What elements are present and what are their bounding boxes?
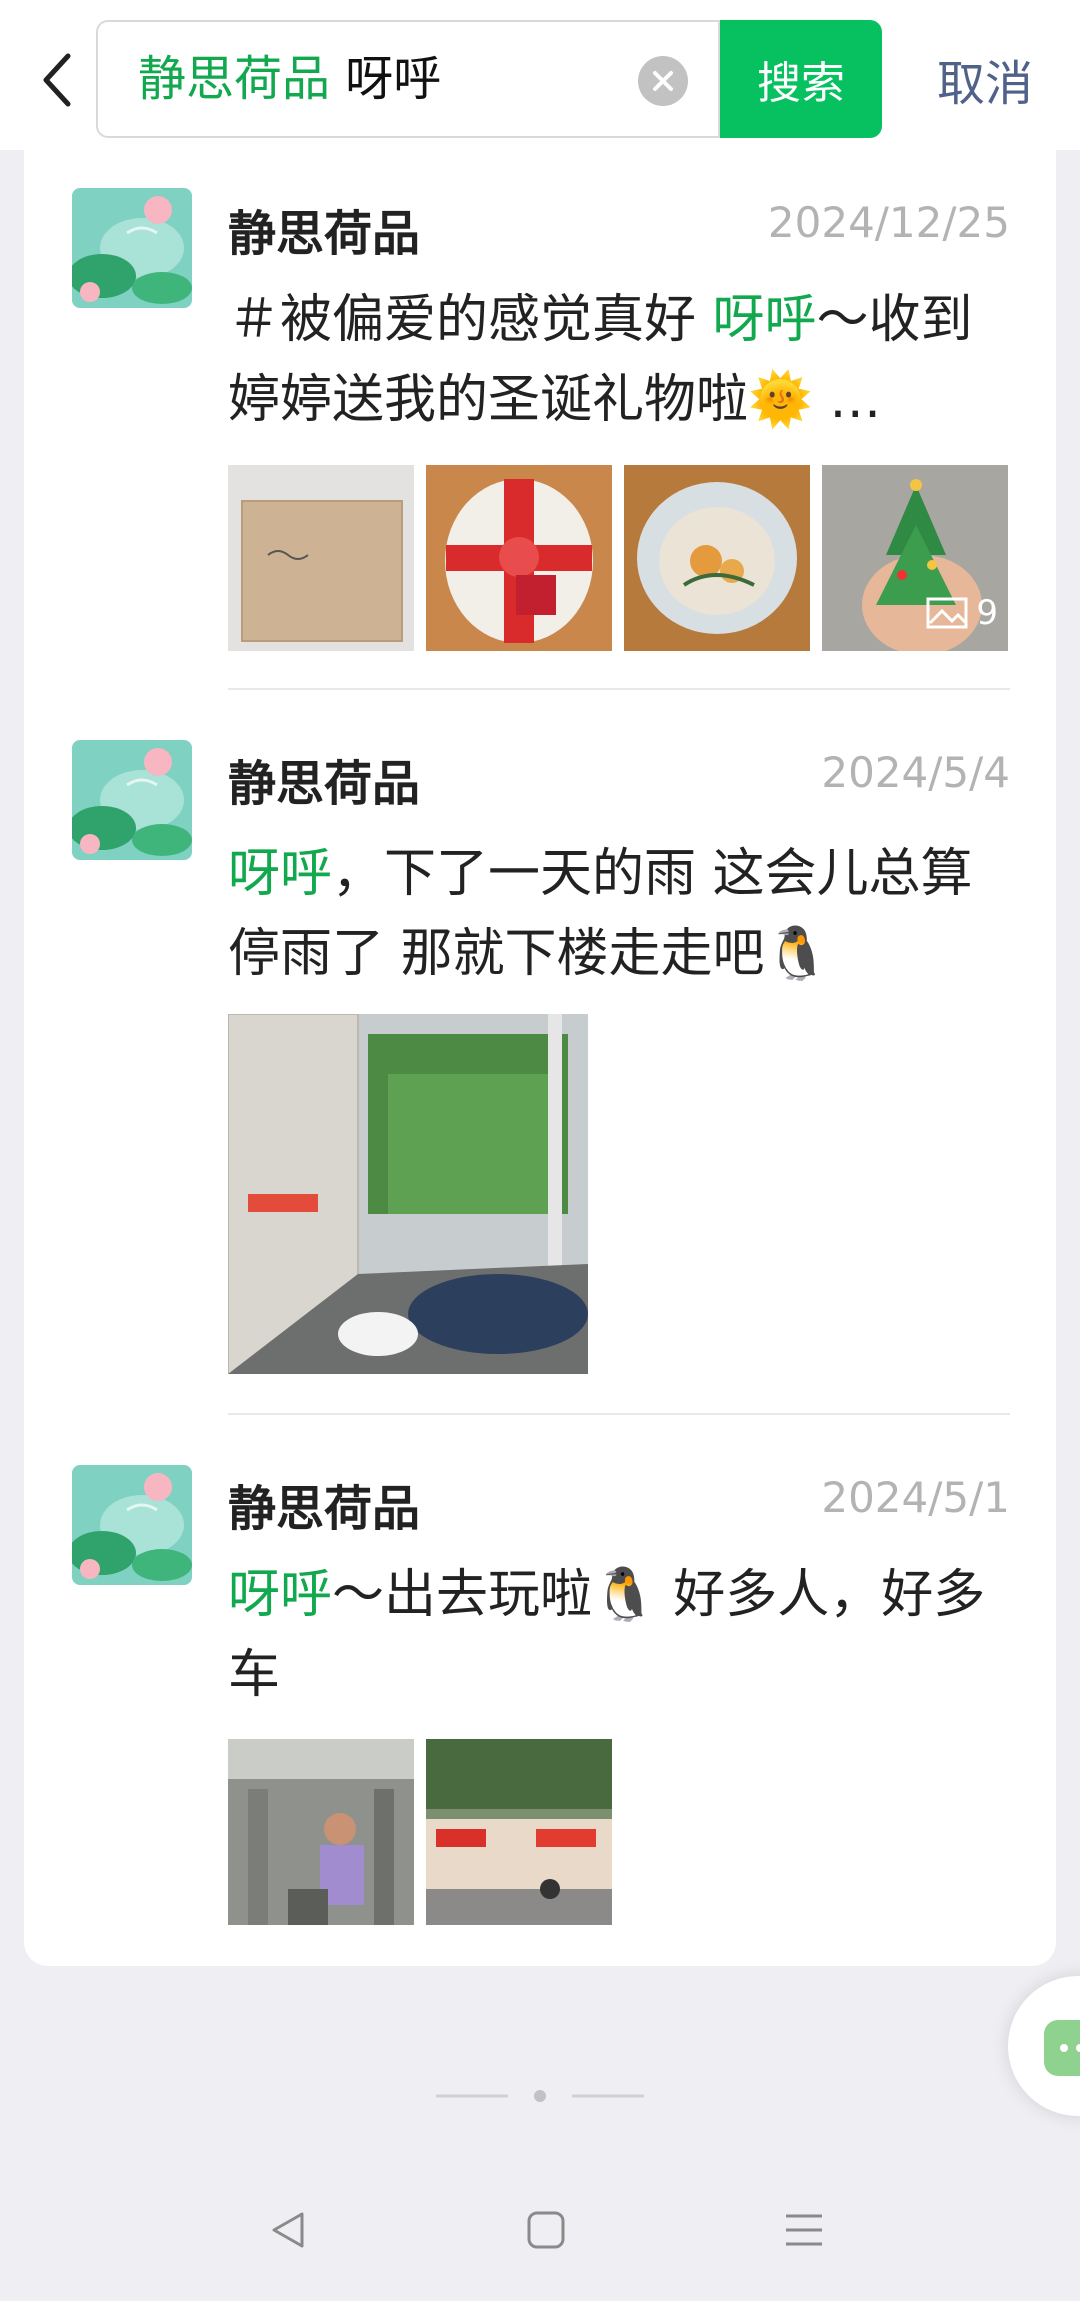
post-image[interactable] [228, 465, 414, 651]
clear-icon [653, 71, 673, 91]
post-text[interactable]: 呀呼～出去玩啦🐧 好多人，好多车 [228, 1555, 1018, 1715]
chat-icon [1044, 2020, 1080, 2076]
post-text-highlight: 呀呼 [228, 844, 333, 904]
results-card: 静思荷品 2024/12/25 ＃被偏爱的感觉真好 呀呼～收到婷婷送我的圣诞礼物… [24, 150, 1056, 1966]
image-count: 9 [976, 593, 998, 633]
search-query-rest: 呀呼 [330, 51, 442, 107]
post-text-highlight: 呀呼 [228, 1565, 333, 1625]
avatar[interactable] [72, 1465, 192, 1585]
post-image[interactable] [228, 1014, 588, 1374]
nav-home-button[interactable] [506, 2190, 586, 2270]
image-count-badge: 9 [926, 593, 998, 633]
nav-back-icon [272, 2212, 304, 2248]
search-query-highlight: 静思荷品 [138, 51, 331, 107]
avatar[interactable] [72, 188, 192, 308]
author-name[interactable]: 静思荷品 [228, 744, 420, 814]
floating-chat-button[interactable] [1008, 1976, 1080, 2116]
search-button[interactable]: 搜索 [720, 20, 882, 138]
post-image[interactable] [228, 1739, 414, 1925]
post-date: 2024/5/1 [821, 1473, 1010, 1522]
post-image[interactable]: 9 [822, 465, 1008, 651]
system-nav-bar [0, 2160, 1080, 2301]
post-text[interactable]: ＃被偏爱的感觉真好 呀呼～收到婷婷送我的圣诞礼物啦🌞 … [228, 280, 1018, 440]
post-image[interactable] [426, 465, 612, 651]
chevron-left-icon [43, 53, 71, 107]
author-name[interactable]: 静思荷品 [228, 194, 420, 264]
post-image[interactable] [426, 1739, 612, 1925]
post-text-highlight: 呀呼 [712, 290, 817, 350]
search-header: 静思荷品 呀呼 搜索 取消 [0, 0, 1080, 150]
nav-home-icon [527, 2211, 565, 2249]
author-name[interactable]: 静思荷品 [228, 1469, 420, 1539]
page-indicator [436, 2088, 644, 2102]
search-query: 静思荷品 呀呼 [138, 49, 441, 109]
nav-menu-button[interactable] [764, 2190, 844, 2270]
post-date: 2024/5/4 [821, 748, 1010, 797]
nav-menu-icon [786, 2214, 822, 2246]
nav-back-button[interactable] [248, 2190, 328, 2270]
cancel-button[interactable]: 取消 [910, 20, 1060, 138]
post-text-after: ～出去玩啦🐧 好多人，好多车 [228, 1565, 986, 1705]
post-text-before: ＃被偏爱的感觉真好 [228, 290, 713, 350]
search-input[interactable]: 静思荷品 呀呼 [96, 20, 720, 138]
post-date: 2024/12/25 [767, 198, 1010, 247]
back-button[interactable] [28, 40, 88, 120]
post-item[interactable]: 静思荷品 2024/5/1 呀呼～出去玩啦🐧 好多人，好多车 [24, 1415, 1056, 1966]
avatar[interactable] [72, 740, 192, 860]
post-text-after: ，下了一天的雨 这会儿总算停雨了 那就下楼走走吧🐧 [228, 844, 973, 984]
post-item[interactable]: 静思荷品 2024/5/4 呀呼，下了一天的雨 这会儿总算停雨了 那就下楼走走吧… [24, 690, 1056, 1415]
clear-search-button[interactable] [638, 56, 688, 106]
post-image[interactable] [624, 465, 810, 651]
post-item[interactable]: 静思荷品 2024/12/25 ＃被偏爱的感觉真好 呀呼～收到婷婷送我的圣诞礼物… [24, 150, 1056, 690]
image-gallery-icon [926, 597, 968, 629]
post-text[interactable]: 呀呼，下了一天的雨 这会儿总算停雨了 那就下楼走走吧🐧 [228, 834, 1018, 994]
